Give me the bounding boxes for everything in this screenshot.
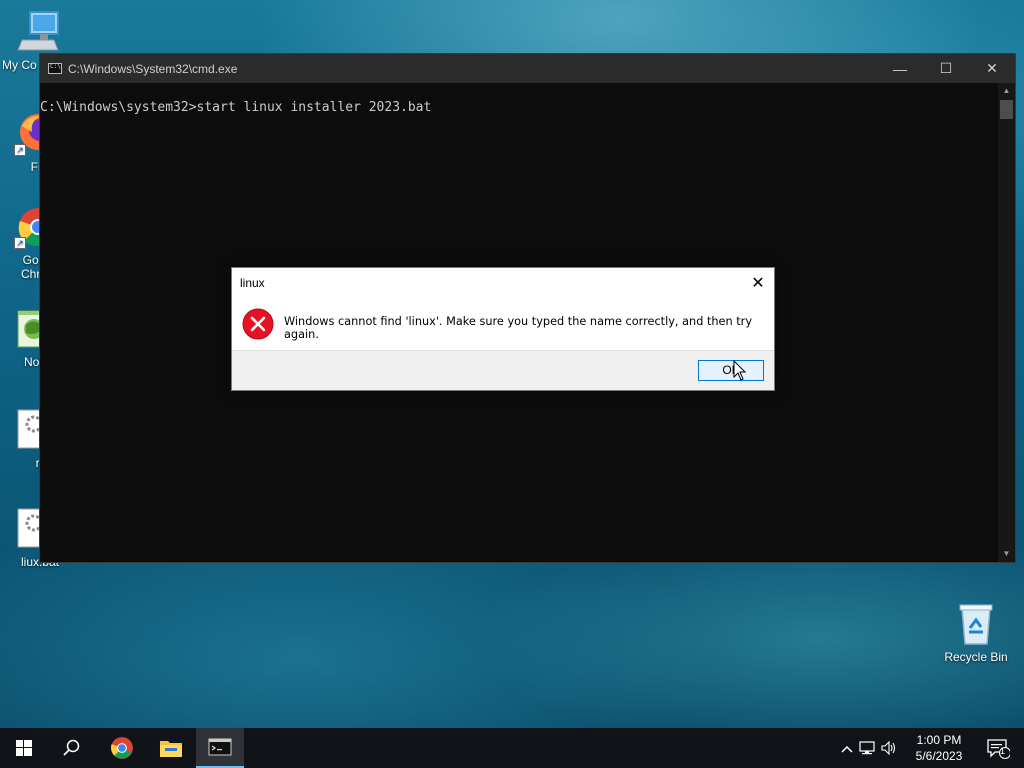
chrome-icon xyxy=(111,737,133,759)
shortcut-arrow-icon: ↗ xyxy=(14,144,26,156)
scroll-thumb[interactable] xyxy=(1000,100,1013,119)
dialog-message: Windows cannot find 'linux'. Make sure y… xyxy=(284,315,753,341)
close-button[interactable]: ✕ xyxy=(969,54,1015,83)
error-dialog[interactable]: linux ✕ Windows cannot find 'linux'. Mak… xyxy=(231,267,775,391)
scroll-down-arrow-icon[interactable]: ▼ xyxy=(998,546,1015,562)
vertical-scrollbar[interactable]: ▲ ▼ xyxy=(998,83,1015,562)
network-icon[interactable] xyxy=(856,741,878,755)
start-button[interactable] xyxy=(0,728,48,768)
desktop-icon-recycle-bin[interactable]: Recycle Bin xyxy=(938,602,1014,664)
taskbar-cmd[interactable] xyxy=(196,728,244,768)
taskbar-chrome[interactable] xyxy=(98,728,146,768)
cmd-icon xyxy=(208,738,232,756)
taskbar-clock[interactable]: 1:00 PM 5/6/2023 xyxy=(904,732,974,764)
dialog-close-button[interactable]: ✕ xyxy=(742,268,774,298)
clock-date: 5/6/2023 xyxy=(915,749,963,763)
recycle-bin-icon xyxy=(954,602,998,646)
search-icon xyxy=(63,739,80,756)
scroll-up-arrow-icon[interactable]: ▲ xyxy=(998,83,1015,99)
maximize-button[interactable]: ☐ xyxy=(923,54,969,83)
notification-icon xyxy=(987,739,1010,759)
shortcut-arrow-icon: ↗ xyxy=(14,237,26,249)
minimize-button[interactable]: — xyxy=(877,54,923,83)
search-button[interactable] xyxy=(48,728,96,768)
mouse-cursor-icon xyxy=(733,359,747,382)
console-line: C:\Windows\system32>start linux installe… xyxy=(40,100,432,115)
cmd-app-icon xyxy=(48,63,62,74)
action-center-button[interactable]: 1 xyxy=(978,728,1018,768)
taskbar-file-explorer[interactable] xyxy=(147,728,195,768)
tray-overflow-chevron-icon[interactable] xyxy=(838,740,856,756)
dialog-footer: OK xyxy=(232,350,774,390)
error-icon xyxy=(242,308,274,340)
dialog-title: linux xyxy=(240,276,265,290)
folder-icon xyxy=(160,741,182,757)
taskbar: 1:00 PM 5/6/2023 1 xyxy=(0,728,1024,768)
computer-icon xyxy=(16,10,60,54)
cmd-titlebar[interactable]: C:\Windows\System32\cmd.exe — ☐ ✕ xyxy=(40,54,1015,83)
recycle-bin-label: Recycle Bin xyxy=(944,650,1008,664)
cmd-window-title: C:\Windows\System32\cmd.exe xyxy=(68,61,238,76)
windows-logo-icon xyxy=(16,740,32,756)
ok-button[interactable]: OK xyxy=(698,360,764,381)
clock-time: 1:00 PM xyxy=(916,733,962,747)
volume-icon[interactable] xyxy=(878,741,900,755)
notification-count: 1 xyxy=(1000,746,1006,756)
